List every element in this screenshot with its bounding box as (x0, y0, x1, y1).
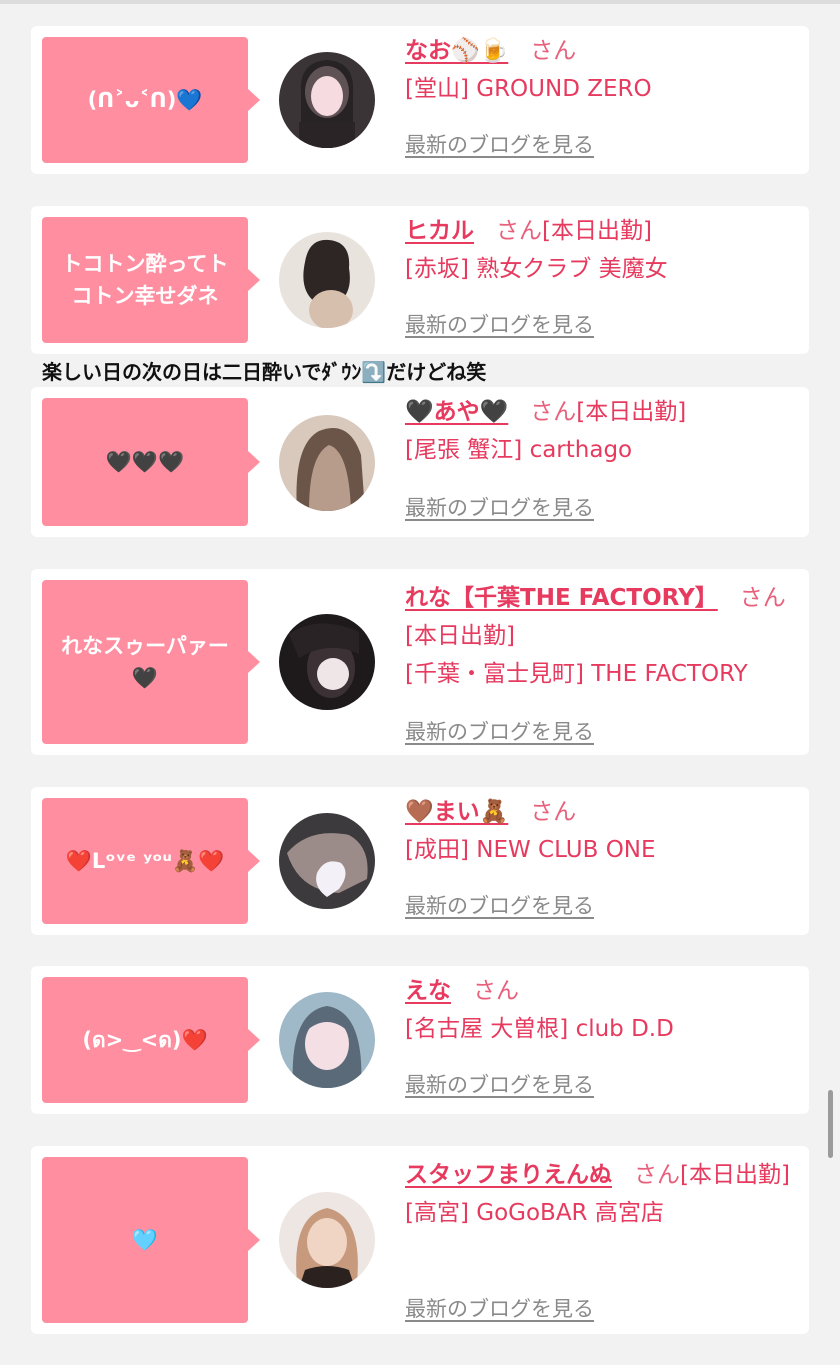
status-badge: [本日出勤] (680, 1162, 790, 1188)
honorific: さん (739, 585, 786, 611)
shop-name: [高宮] GoGoBAR 高宮店 (405, 1200, 664, 1226)
overlay-caption: 楽しい日の次の日は二日酔いでﾀﾞｳﾝ⤵️だけどね笑 (42, 360, 487, 384)
status-badge: [本日出勤] (576, 399, 687, 425)
avatar[interactable] (279, 52, 375, 148)
message-bubble: トコトン酔ってト コトン幸せダネ (42, 217, 260, 343)
girl-name-link[interactable]: なお⚾🍺 (405, 38, 508, 64)
girl-name-link[interactable]: ヒカル (405, 218, 474, 244)
latest-blog-link[interactable]: 最新のブログを見る (405, 1070, 594, 1100)
girl-name-link[interactable]: スタッフまりえんぬ (405, 1162, 612, 1188)
girl-name-link[interactable]: 🖤あや🖤 (405, 399, 508, 425)
latest-blog-link[interactable]: 最新のブログを見る (405, 493, 594, 523)
honorific: さん (530, 399, 577, 425)
girl-card[interactable]: 🖤🖤🖤 🖤あや🖤 さん[本日出勤] [尾張 蟹江] carthago 最新のブログ… (31, 387, 809, 537)
avatar[interactable] (279, 232, 375, 328)
message-bubble: (ᑎ˃ᴗ˂ᑎ)💙 (42, 37, 260, 163)
honorific: さん (634, 1162, 680, 1188)
honorific: さん (530, 799, 577, 825)
shop-name: [成田] NEW CLUB ONE (405, 837, 656, 863)
girl-name-link[interactable]: 🤎まい🧸 (405, 799, 508, 825)
avatar[interactable] (279, 415, 375, 511)
message-bubble: れなスゥーパァー 🖤 (42, 580, 260, 744)
avatar[interactable] (279, 992, 375, 1088)
latest-blog-link[interactable]: 最新のブログを見る (405, 717, 594, 747)
message-bubble: 🖤🖤🖤 (42, 398, 260, 526)
shop-name: [名古屋 大曽根] club D.D (405, 1016, 674, 1042)
honorific: さん (496, 218, 542, 244)
honorific: さん (473, 978, 519, 1004)
shop-name: [千葉・富士見町] THE FACTORY (405, 661, 748, 687)
scrollbar-thumb[interactable] (828, 1090, 833, 1158)
girl-card[interactable]: れなスゥーパァー 🖤 れな【千葉THE FACTORY】 さん [本日出勤] [千… (31, 569, 809, 755)
message-text: れなスゥーパァー 🖤 (61, 634, 229, 690)
shop-name: [尾張 蟹江] carthago (405, 437, 633, 463)
avatar[interactable] (279, 614, 375, 710)
honorific: さん (530, 38, 577, 64)
latest-blog-link[interactable]: 最新のブログを見る (405, 891, 594, 921)
girl-name-link[interactable]: えな (405, 978, 451, 1004)
avatar[interactable] (279, 1192, 375, 1288)
avatar[interactable] (279, 813, 375, 909)
girl-card[interactable]: ❤️Lᵒᵛᵉ ʸᵒᵘ🧸❤️ 🤎まい🧸 さん [成田] NEW CLUB ONE 最… (31, 787, 809, 935)
girl-name-link[interactable]: れな【千葉THE FACTORY】 (405, 585, 718, 611)
message-text: (ด>‿<ด)❤️ (82, 1028, 208, 1052)
status-badge: [本日出勤] (542, 218, 652, 244)
message-text: ❤️Lᵒᵛᵉ ʸᵒᵘ🧸❤️ (65, 849, 225, 873)
message-bubble: (ด>‿<ด)❤️ (42, 977, 260, 1103)
latest-blog-link[interactable]: 最新のブログを見る (405, 1294, 594, 1324)
message-text: (ᑎ˃ᴗ˂ᑎ)💙 (87, 88, 203, 112)
latest-blog-link[interactable]: 最新のブログを見る (405, 310, 594, 340)
message-text: 🩵 (131, 1228, 159, 1252)
message-text: トコトン酔ってト コトン幸せダネ (61, 252, 229, 308)
message-bubble: ❤️Lᵒᵛᵉ ʸᵒᵘ🧸❤️ (42, 798, 260, 924)
girl-card[interactable]: (ᑎ˃ᴗ˂ᑎ)💙 なお⚾🍺 さん [堂山] GROUND ZERO 最新のブログを… (31, 26, 809, 174)
girl-card[interactable]: 🩵 スタッフまりえんぬ さん[本日出勤] [高宮] GoGoBAR 高宮店 最新の… (31, 1146, 809, 1334)
message-text: 🖤🖤🖤 (105, 450, 185, 474)
top-divider (0, 0, 840, 4)
status-badge: [本日出勤] (405, 623, 515, 649)
girl-card[interactable]: (ด>‿<ด)❤️ えな さん [名古屋 大曽根] club D.D 最新のブログ… (31, 966, 809, 1114)
shop-name: [堂山] GROUND ZERO (405, 76, 652, 102)
message-bubble: 🩵 (42, 1157, 260, 1323)
girl-card[interactable]: トコトン酔ってト コトン幸せダネ ヒカル さん[本日出勤] [赤坂] 熟女クラブ … (31, 206, 809, 354)
latest-blog-link[interactable]: 最新のブログを見る (405, 130, 594, 160)
shop-name: [赤坂] 熟女クラブ 美魔女 (405, 256, 668, 282)
